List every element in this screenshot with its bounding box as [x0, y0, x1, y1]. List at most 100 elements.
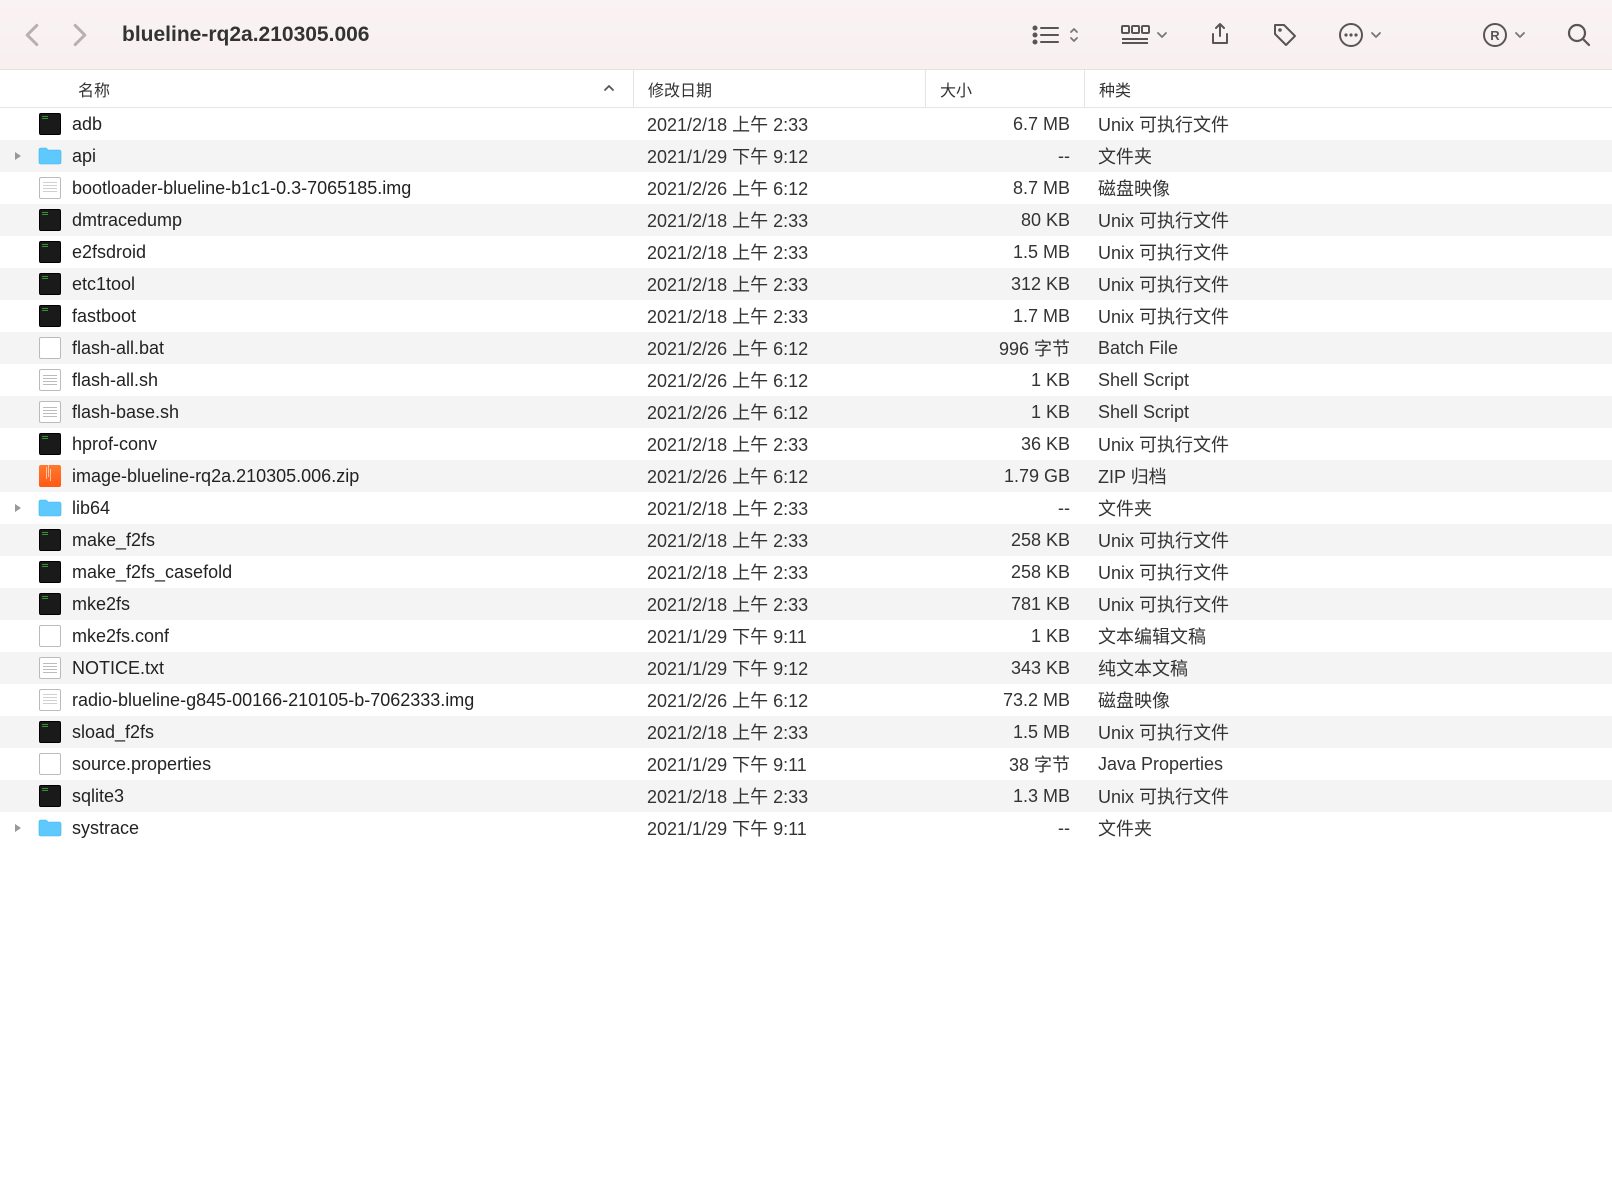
window-title: blueline-rq2a.210305.006 [122, 23, 1032, 47]
terminal-icon [39, 721, 61, 743]
file-size: 6.7 MB [925, 114, 1084, 135]
terminal-icon [39, 305, 61, 327]
file-row[interactable]: etc1tool2021/2/18 上午 2:33312 KBUnix 可执行文… [0, 268, 1612, 300]
file-date: 2021/2/18 上午 2:33 [633, 271, 925, 297]
file-date: 2021/2/18 上午 2:33 [633, 527, 925, 553]
file-row[interactable]: hprof-conv2021/2/18 上午 2:3336 KBUnix 可执行… [0, 428, 1612, 460]
file-name: lib64 [72, 498, 110, 519]
disclosure[interactable] [0, 150, 36, 162]
share-button[interactable] [1208, 22, 1232, 48]
column-size-label: 大小 [940, 77, 972, 101]
file-date: 2021/2/26 上午 6:12 [633, 463, 925, 489]
file-row[interactable]: api2021/1/29 下午 9:12--文件夹 [0, 140, 1612, 172]
file-row[interactable]: systrace2021/1/29 下午 9:11--文件夹 [0, 812, 1612, 844]
list-icon [1032, 24, 1062, 46]
file-list[interactable]: adb2021/2/18 上午 2:336.7 MBUnix 可执行文件api2… [0, 108, 1612, 844]
file-kind: Unix 可执行文件 [1084, 783, 1612, 809]
file-date: 2021/2/26 上午 6:12 [633, 175, 925, 201]
file-size: -- [925, 146, 1084, 167]
file-row[interactable]: mke2fs2021/2/18 上午 2:33781 KBUnix 可执行文件 [0, 588, 1612, 620]
folder-icon [38, 498, 62, 518]
disclosure[interactable] [0, 822, 36, 834]
search-button[interactable] [1566, 22, 1592, 48]
file-row[interactable]: lib642021/2/18 上午 2:33--文件夹 [0, 492, 1612, 524]
file-size: 1.5 MB [925, 242, 1084, 263]
file-date: 2021/2/18 上午 2:33 [633, 303, 925, 329]
file-size: 343 KB [925, 658, 1084, 679]
file-row[interactable]: fastboot2021/2/18 上午 2:331.7 MBUnix 可执行文… [0, 300, 1612, 332]
file-row[interactable]: mke2fs.conf2021/1/29 下午 9:111 KB文本编辑文稿 [0, 620, 1612, 652]
file-row[interactable]: adb2021/2/18 上午 2:336.7 MBUnix 可执行文件 [0, 108, 1612, 140]
file-size: 73.2 MB [925, 690, 1084, 711]
back-button[interactable] [20, 23, 44, 47]
registered-button[interactable]: R [1482, 22, 1526, 48]
disk-image-icon [39, 689, 61, 711]
file-row[interactable]: image-blueline-rq2a.210305.006.zip2021/2… [0, 460, 1612, 492]
folder-icon [38, 818, 62, 838]
more-button[interactable] [1338, 22, 1382, 48]
file-size: 996 字节 [925, 335, 1084, 361]
file-row[interactable]: NOTICE.txt2021/1/29 下午 9:12343 KB纯文本文稿 [0, 652, 1612, 684]
file-kind: 文件夹 [1084, 495, 1612, 521]
file-size: 1 KB [925, 402, 1084, 423]
view-list-button[interactable] [1032, 24, 1080, 46]
file-date: 2021/2/18 上午 2:33 [633, 431, 925, 457]
file-row[interactable]: source.properties2021/1/29 下午 9:1138 字节J… [0, 748, 1612, 780]
file-date: 2021/2/18 上午 2:33 [633, 783, 925, 809]
file-size: 258 KB [925, 530, 1084, 551]
file-date: 2021/2/26 上午 6:12 [633, 687, 925, 713]
chevron-left-icon [23, 23, 41, 47]
file-size: 258 KB [925, 562, 1084, 583]
file-kind: 纯文本文稿 [1084, 655, 1612, 681]
disclosure-right-icon [13, 822, 23, 834]
file-kind: Unix 可执行文件 [1084, 559, 1612, 585]
file-row[interactable]: flash-base.sh2021/2/26 上午 6:121 KBShell … [0, 396, 1612, 428]
file-size: 8.7 MB [925, 178, 1084, 199]
tags-button[interactable] [1272, 22, 1298, 48]
file-name: make_f2fs [72, 530, 155, 551]
file-name: etc1tool [72, 274, 135, 295]
chevron-down-icon [1370, 30, 1382, 40]
column-kind-header[interactable]: 种类 [1084, 70, 1612, 107]
file-kind: Unix 可执行文件 [1084, 303, 1612, 329]
terminal-icon [39, 241, 61, 263]
forward-button[interactable] [68, 23, 92, 47]
view-grid-button[interactable] [1120, 24, 1168, 46]
file-row[interactable]: bootloader-blueline-b1c1-0.3-7065185.img… [0, 172, 1612, 204]
file-icon [39, 753, 61, 775]
text-file-icon [39, 401, 61, 423]
file-kind: Unix 可执行文件 [1084, 111, 1612, 137]
share-icon [1208, 22, 1232, 48]
file-size: 36 KB [925, 434, 1084, 455]
file-name: api [72, 146, 96, 167]
tag-icon [1272, 22, 1298, 48]
file-row[interactable]: make_f2fs2021/2/18 上午 2:33258 KBUnix 可执行… [0, 524, 1612, 556]
file-date: 2021/2/26 上午 6:12 [633, 399, 925, 425]
file-row[interactable]: e2fsdroid2021/2/18 上午 2:331.5 MBUnix 可执行… [0, 236, 1612, 268]
file-size: -- [925, 498, 1084, 519]
file-name: adb [72, 114, 102, 135]
file-row[interactable]: sload_f2fs2021/2/18 上午 2:331.5 MBUnix 可执… [0, 716, 1612, 748]
file-size: 781 KB [925, 594, 1084, 615]
file-date: 2021/2/26 上午 6:12 [633, 335, 925, 361]
file-row[interactable]: flash-all.sh2021/2/26 上午 6:121 KBShell S… [0, 364, 1612, 396]
terminal-icon [39, 113, 61, 135]
terminal-icon [39, 273, 61, 295]
file-row[interactable]: make_f2fs_casefold2021/2/18 上午 2:33258 K… [0, 556, 1612, 588]
file-date: 2021/2/18 上午 2:33 [633, 239, 925, 265]
file-row[interactable]: dmtracedump2021/2/18 上午 2:3380 KBUnix 可执… [0, 204, 1612, 236]
file-row[interactable]: flash-all.bat2021/2/26 上午 6:12996 字节Batc… [0, 332, 1612, 364]
file-row[interactable]: radio-blueline-g845-00166-210105-b-70623… [0, 684, 1612, 716]
chevron-down-icon [1156, 30, 1168, 40]
file-date: 2021/2/18 上午 2:33 [633, 719, 925, 745]
file-icon [39, 625, 61, 647]
column-date-header[interactable]: 修改日期 [633, 70, 925, 107]
terminal-icon [39, 593, 61, 615]
disclosure[interactable] [0, 502, 36, 514]
column-size-header[interactable]: 大小 [925, 70, 1084, 107]
column-name-label: 名称 [78, 77, 110, 101]
disclosure-right-icon [13, 502, 23, 514]
column-headers: 名称 修改日期 大小 种类 [0, 70, 1612, 108]
file-row[interactable]: sqlite32021/2/18 上午 2:331.3 MBUnix 可执行文件 [0, 780, 1612, 812]
column-name-header[interactable]: 名称 [0, 70, 633, 107]
